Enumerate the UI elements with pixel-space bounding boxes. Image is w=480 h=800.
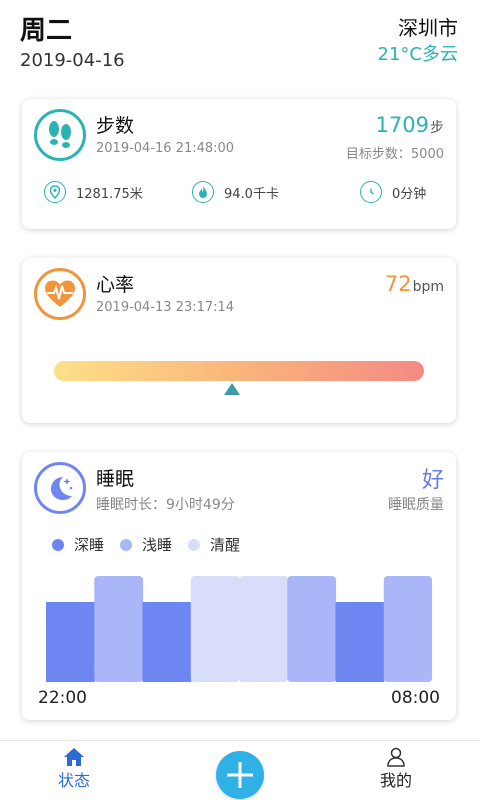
moon-stars-icon bbox=[34, 462, 86, 514]
legend-awake: 清醒 bbox=[188, 534, 240, 555]
duration-value: 0分钟 bbox=[392, 186, 427, 202]
heart-rate-reading: 72bpm bbox=[385, 272, 444, 296]
sleep-segment-deep bbox=[46, 602, 95, 682]
sleep-end-time: 08:00 bbox=[391, 688, 440, 708]
home-icon bbox=[64, 748, 84, 766]
user-icon bbox=[387, 747, 405, 767]
plus-icon bbox=[227, 762, 253, 788]
sleep-start-time: 22:00 bbox=[38, 688, 87, 708]
location-icon bbox=[44, 181, 66, 203]
sleep-segment-awake bbox=[190, 576, 240, 682]
light-sleep-dot bbox=[120, 538, 133, 551]
clock-icon bbox=[360, 181, 382, 203]
sleep-segment-light bbox=[94, 576, 144, 682]
bottom-navigation: 状态 我的 bbox=[0, 740, 480, 800]
heart-pulse-icon bbox=[34, 268, 86, 320]
legend-light-sleep: 浅睡 bbox=[120, 534, 172, 555]
current-date: 2019-04-16 bbox=[20, 50, 125, 71]
steps-card[interactable]: 步数 2019-04-16 21:48:00 1709步 目标步数：5000 1… bbox=[22, 99, 456, 229]
weekday: 周二 bbox=[20, 16, 73, 46]
distance-value: 1281.75米 bbox=[76, 186, 143, 202]
sleep-segment-light bbox=[287, 576, 337, 682]
legend-deep-sleep: 深睡 bbox=[52, 534, 104, 555]
steps-count: 1709步 bbox=[376, 113, 444, 137]
sleep-stage-chart bbox=[46, 576, 432, 682]
heart-rate-title: 心率 bbox=[96, 274, 135, 296]
legend-deep-label: 深睡 bbox=[74, 536, 105, 554]
sleep-quality-label: 睡眠质量 bbox=[388, 497, 444, 513]
steps-unit: 步 bbox=[430, 120, 444, 136]
bpm-unit: bpm bbox=[412, 279, 444, 295]
flame-icon bbox=[192, 181, 214, 203]
sleep-card[interactable]: 睡眠 睡眠时长：9小时49分 好 睡眠质量 深睡 浅睡 清醒 22:00 08:… bbox=[22, 452, 456, 720]
tab-status[interactable]: 状态 bbox=[58, 747, 90, 791]
tab-mine-label: 我的 bbox=[380, 771, 413, 790]
app-screen: 周二 2019-04-16 深圳市 21°C多云 步数 2019-04-16 2… bbox=[0, 0, 480, 800]
tab-mine[interactable]: 我的 bbox=[380, 747, 412, 791]
city-name[interactable]: 深圳市 bbox=[398, 12, 458, 41]
sleep-segment-deep bbox=[335, 602, 385, 682]
distance-stat: 1281.75米 bbox=[44, 181, 143, 203]
steps-timestamp: 2019-04-16 21:48:00 bbox=[96, 141, 235, 156]
legend-light-label: 浅睡 bbox=[142, 536, 173, 554]
heart-rate-card[interactable]: 心率 2019-04-13 23:17:14 72bpm bbox=[22, 258, 456, 423]
legend-awake-label: 清醒 bbox=[210, 536, 241, 554]
sleep-duration: 睡眠时长：9小时49分 bbox=[96, 497, 235, 513]
steps-value: 1709 bbox=[375, 113, 429, 137]
sleep-quality-value: 好 bbox=[421, 468, 444, 493]
weather-info: 21°C多云 bbox=[377, 44, 458, 65]
add-button[interactable] bbox=[216, 751, 264, 799]
sleep-title: 睡眠 bbox=[96, 468, 135, 490]
sleep-segment-light bbox=[383, 576, 432, 682]
heart-rate-marker bbox=[223, 383, 240, 395]
steps-title: 步数 bbox=[96, 115, 135, 137]
sleep-legend: 深睡 浅睡 清醒 bbox=[52, 534, 256, 555]
awake-dot bbox=[188, 538, 201, 551]
footprints-icon bbox=[34, 109, 86, 161]
steps-goal: 目标步数：5000 bbox=[345, 147, 444, 162]
calories-value: 94.0千卡 bbox=[224, 186, 279, 202]
deep-sleep-dot bbox=[52, 538, 64, 551]
calories-stat: 94.0千卡 bbox=[192, 181, 279, 203]
tab-status-label: 状态 bbox=[58, 771, 91, 790]
heart-rate-timestamp: 2019-04-13 23:17:14 bbox=[96, 300, 235, 315]
sleep-segment-deep bbox=[142, 602, 192, 682]
heart-rate-gradient-bar bbox=[54, 361, 424, 381]
duration-stat: 0分钟 bbox=[360, 181, 426, 203]
bpm-value: 72 bbox=[384, 272, 412, 296]
sleep-segment-awake bbox=[239, 576, 288, 682]
